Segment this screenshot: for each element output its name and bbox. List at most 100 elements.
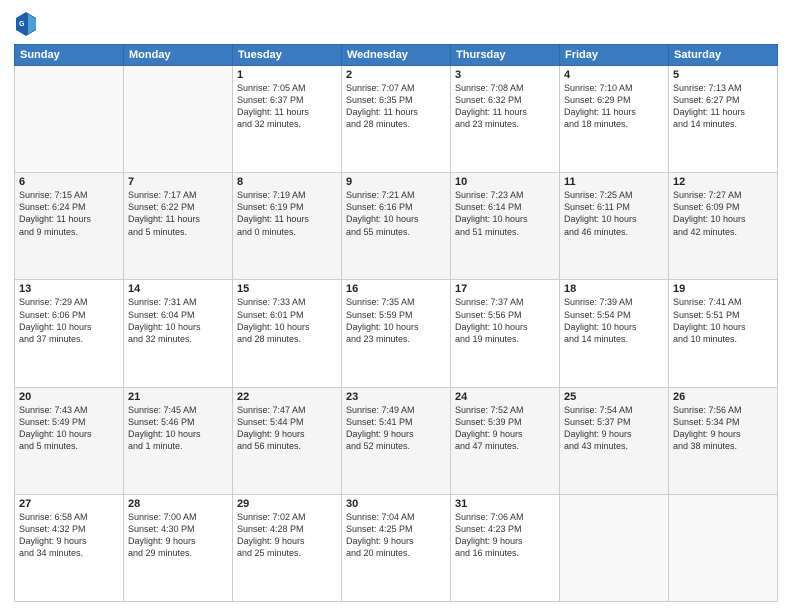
calendar-empty <box>560 494 669 601</box>
calendar-day-22: 22Sunrise: 7:47 AM Sunset: 5:44 PM Dayli… <box>233 387 342 494</box>
day-info: Sunrise: 7:05 AM Sunset: 6:37 PM Dayligh… <box>237 82 337 131</box>
calendar-day-20: 20Sunrise: 7:43 AM Sunset: 5:49 PM Dayli… <box>15 387 124 494</box>
calendar-day-25: 25Sunrise: 7:54 AM Sunset: 5:37 PM Dayli… <box>560 387 669 494</box>
calendar-week-2: 6Sunrise: 7:15 AM Sunset: 6:24 PM Daylig… <box>15 173 778 280</box>
calendar-day-12: 12Sunrise: 7:27 AM Sunset: 6:09 PM Dayli… <box>669 173 778 280</box>
day-info: Sunrise: 7:49 AM Sunset: 5:41 PM Dayligh… <box>346 404 446 453</box>
day-header-friday: Friday <box>560 45 669 66</box>
day-number: 28 <box>128 498 228 510</box>
calendar-day-8: 8Sunrise: 7:19 AM Sunset: 6:19 PM Daylig… <box>233 173 342 280</box>
day-number: 25 <box>564 391 664 403</box>
calendar: SundayMondayTuesdayWednesdayThursdayFrid… <box>14 44 778 602</box>
day-number: 22 <box>237 391 337 403</box>
day-info: Sunrise: 6:58 AM Sunset: 4:32 PM Dayligh… <box>19 511 119 560</box>
calendar-day-13: 13Sunrise: 7:29 AM Sunset: 6:06 PM Dayli… <box>15 280 124 387</box>
day-info: Sunrise: 7:39 AM Sunset: 5:54 PM Dayligh… <box>564 296 664 345</box>
calendar-day-28: 28Sunrise: 7:00 AM Sunset: 4:30 PM Dayli… <box>124 494 233 601</box>
day-info: Sunrise: 7:43 AM Sunset: 5:49 PM Dayligh… <box>19 404 119 453</box>
day-info: Sunrise: 7:04 AM Sunset: 4:25 PM Dayligh… <box>346 511 446 560</box>
day-header-monday: Monday <box>124 45 233 66</box>
day-info: Sunrise: 7:27 AM Sunset: 6:09 PM Dayligh… <box>673 189 773 238</box>
day-number: 17 <box>455 283 555 295</box>
day-info: Sunrise: 7:13 AM Sunset: 6:27 PM Dayligh… <box>673 82 773 131</box>
day-info: Sunrise: 7:45 AM Sunset: 5:46 PM Dayligh… <box>128 404 228 453</box>
day-number: 7 <box>128 176 228 188</box>
calendar-day-1: 1Sunrise: 7:05 AM Sunset: 6:37 PM Daylig… <box>233 66 342 173</box>
header: G <box>14 10 778 38</box>
day-number: 23 <box>346 391 446 403</box>
calendar-day-11: 11Sunrise: 7:25 AM Sunset: 6:11 PM Dayli… <box>560 173 669 280</box>
day-info: Sunrise: 7:19 AM Sunset: 6:19 PM Dayligh… <box>237 189 337 238</box>
calendar-day-7: 7Sunrise: 7:17 AM Sunset: 6:22 PM Daylig… <box>124 173 233 280</box>
day-info: Sunrise: 7:33 AM Sunset: 6:01 PM Dayligh… <box>237 296 337 345</box>
day-number: 20 <box>19 391 119 403</box>
day-info: Sunrise: 7:02 AM Sunset: 4:28 PM Dayligh… <box>237 511 337 560</box>
day-number: 29 <box>237 498 337 510</box>
calendar-day-15: 15Sunrise: 7:33 AM Sunset: 6:01 PM Dayli… <box>233 280 342 387</box>
day-number: 11 <box>564 176 664 188</box>
calendar-empty <box>15 66 124 173</box>
day-header-tuesday: Tuesday <box>233 45 342 66</box>
day-info: Sunrise: 7:31 AM Sunset: 6:04 PM Dayligh… <box>128 296 228 345</box>
calendar-week-1: 1Sunrise: 7:05 AM Sunset: 6:37 PM Daylig… <box>15 66 778 173</box>
day-number: 30 <box>346 498 446 510</box>
day-info: Sunrise: 7:56 AM Sunset: 5:34 PM Dayligh… <box>673 404 773 453</box>
day-number: 12 <box>673 176 773 188</box>
day-number: 21 <box>128 391 228 403</box>
calendar-day-31: 31Sunrise: 7:06 AM Sunset: 4:23 PM Dayli… <box>451 494 560 601</box>
day-number: 10 <box>455 176 555 188</box>
calendar-day-18: 18Sunrise: 7:39 AM Sunset: 5:54 PM Dayli… <box>560 280 669 387</box>
calendar-day-24: 24Sunrise: 7:52 AM Sunset: 5:39 PM Dayli… <box>451 387 560 494</box>
day-number: 19 <box>673 283 773 295</box>
calendar-day-14: 14Sunrise: 7:31 AM Sunset: 6:04 PM Dayli… <box>124 280 233 387</box>
day-number: 5 <box>673 69 773 81</box>
calendar-day-19: 19Sunrise: 7:41 AM Sunset: 5:51 PM Dayli… <box>669 280 778 387</box>
calendar-day-21: 21Sunrise: 7:45 AM Sunset: 5:46 PM Dayli… <box>124 387 233 494</box>
day-info: Sunrise: 7:08 AM Sunset: 6:32 PM Dayligh… <box>455 82 555 131</box>
calendar-day-29: 29Sunrise: 7:02 AM Sunset: 4:28 PM Dayli… <box>233 494 342 601</box>
logo: G <box>14 10 42 38</box>
calendar-week-4: 20Sunrise: 7:43 AM Sunset: 5:49 PM Dayli… <box>15 387 778 494</box>
day-number: 31 <box>455 498 555 510</box>
day-info: Sunrise: 7:00 AM Sunset: 4:30 PM Dayligh… <box>128 511 228 560</box>
day-info: Sunrise: 7:54 AM Sunset: 5:37 PM Dayligh… <box>564 404 664 453</box>
day-number: 24 <box>455 391 555 403</box>
day-info: Sunrise: 7:41 AM Sunset: 5:51 PM Dayligh… <box>673 296 773 345</box>
calendar-empty <box>124 66 233 173</box>
calendar-week-3: 13Sunrise: 7:29 AM Sunset: 6:06 PM Dayli… <box>15 280 778 387</box>
calendar-day-16: 16Sunrise: 7:35 AM Sunset: 5:59 PM Dayli… <box>342 280 451 387</box>
calendar-day-17: 17Sunrise: 7:37 AM Sunset: 5:56 PM Dayli… <box>451 280 560 387</box>
day-number: 1 <box>237 69 337 81</box>
day-info: Sunrise: 7:52 AM Sunset: 5:39 PM Dayligh… <box>455 404 555 453</box>
day-header-sunday: Sunday <box>15 45 124 66</box>
day-info: Sunrise: 7:10 AM Sunset: 6:29 PM Dayligh… <box>564 82 664 131</box>
day-number: 3 <box>455 69 555 81</box>
day-number: 6 <box>19 176 119 188</box>
calendar-day-30: 30Sunrise: 7:04 AM Sunset: 4:25 PM Dayli… <box>342 494 451 601</box>
svg-text:G: G <box>19 21 25 28</box>
day-info: Sunrise: 7:06 AM Sunset: 4:23 PM Dayligh… <box>455 511 555 560</box>
day-info: Sunrise: 7:37 AM Sunset: 5:56 PM Dayligh… <box>455 296 555 345</box>
day-info: Sunrise: 7:23 AM Sunset: 6:14 PM Dayligh… <box>455 189 555 238</box>
calendar-day-10: 10Sunrise: 7:23 AM Sunset: 6:14 PM Dayli… <box>451 173 560 280</box>
day-info: Sunrise: 7:15 AM Sunset: 6:24 PM Dayligh… <box>19 189 119 238</box>
day-number: 16 <box>346 283 446 295</box>
day-number: 13 <box>19 283 119 295</box>
calendar-day-2: 2Sunrise: 7:07 AM Sunset: 6:35 PM Daylig… <box>342 66 451 173</box>
day-info: Sunrise: 7:47 AM Sunset: 5:44 PM Dayligh… <box>237 404 337 453</box>
calendar-day-3: 3Sunrise: 7:08 AM Sunset: 6:32 PM Daylig… <box>451 66 560 173</box>
page: G SundayMondayTuesdayWednesdayThursdayFr… <box>0 0 792 612</box>
calendar-day-26: 26Sunrise: 7:56 AM Sunset: 5:34 PM Dayli… <box>669 387 778 494</box>
day-info: Sunrise: 7:07 AM Sunset: 6:35 PM Dayligh… <box>346 82 446 131</box>
day-info: Sunrise: 7:25 AM Sunset: 6:11 PM Dayligh… <box>564 189 664 238</box>
calendar-day-27: 27Sunrise: 6:58 AM Sunset: 4:32 PM Dayli… <box>15 494 124 601</box>
day-number: 9 <box>346 176 446 188</box>
calendar-day-9: 9Sunrise: 7:21 AM Sunset: 6:16 PM Daylig… <box>342 173 451 280</box>
day-header-saturday: Saturday <box>669 45 778 66</box>
day-number: 14 <box>128 283 228 295</box>
calendar-day-23: 23Sunrise: 7:49 AM Sunset: 5:41 PM Dayli… <box>342 387 451 494</box>
calendar-day-5: 5Sunrise: 7:13 AM Sunset: 6:27 PM Daylig… <box>669 66 778 173</box>
calendar-day-6: 6Sunrise: 7:15 AM Sunset: 6:24 PM Daylig… <box>15 173 124 280</box>
calendar-day-4: 4Sunrise: 7:10 AM Sunset: 6:29 PM Daylig… <box>560 66 669 173</box>
day-number: 2 <box>346 69 446 81</box>
